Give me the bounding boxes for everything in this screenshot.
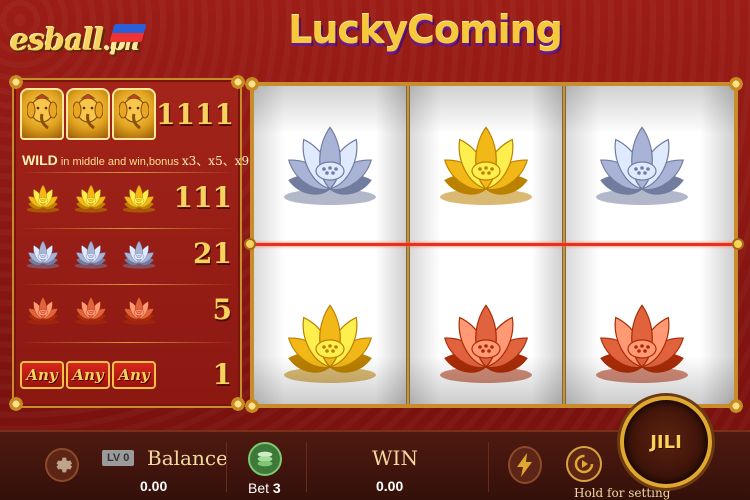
divider	[20, 172, 236, 173]
ganesha-wild-icon	[66, 88, 110, 140]
silver-lotus-icon	[596, 126, 688, 205]
paytable-row-copper-lotus: 5	[20, 290, 236, 328]
settings-button[interactable]	[45, 448, 79, 482]
silver-lotus-icon	[122, 240, 156, 269]
turbo-button[interactable]	[508, 446, 542, 484]
ganesha-wild-icon	[20, 88, 64, 140]
copper-lotus-icon	[596, 304, 688, 383]
corner-ornament-icon	[728, 398, 744, 414]
divider	[226, 442, 227, 492]
lightning-icon	[517, 453, 532, 477]
chips-icon	[257, 451, 273, 467]
payout-value: 1	[212, 358, 232, 391]
divider	[306, 442, 307, 492]
bet-chips-button[interactable]	[248, 442, 282, 476]
silver-lotus-icon	[284, 126, 376, 205]
balance-label: Balance	[147, 446, 228, 470]
spin-button[interactable]: JILI	[620, 396, 712, 488]
paytable: 1111 WILD in middle and win,bonus x3、x5、…	[8, 74, 250, 412]
balance-value: 0.00	[140, 478, 168, 494]
corner-ornament-icon	[244, 398, 260, 414]
autospin-button[interactable]	[566, 446, 602, 482]
corner-ornament-icon	[728, 76, 744, 92]
reel-window	[244, 76, 744, 414]
gold-lotus-icon	[284, 304, 376, 383]
paytable-row-gold-lotus: 111	[20, 178, 236, 216]
payout-value: 21	[193, 236, 232, 270]
win-label: WIN	[372, 446, 418, 470]
ganesha-wild-icon	[112, 88, 156, 140]
copper-lotus-icon	[74, 296, 108, 325]
payout-value: 5	[212, 292, 232, 326]
reel-1-top-symbol	[260, 106, 400, 216]
payout-value: 1111	[156, 97, 234, 131]
level-badge: LV 0	[102, 450, 135, 466]
any-symbol-icon: Any	[20, 360, 64, 389]
copper-lotus-icon	[440, 304, 532, 383]
hold-for-setting-label: Hold for setting	[574, 486, 671, 500]
divider	[20, 284, 236, 285]
reel-3-bottom-symbol	[572, 284, 712, 394]
copper-lotus-icon	[26, 296, 60, 325]
any-symbol-icon: Any	[112, 360, 156, 389]
payline	[244, 238, 744, 250]
reel-2-bottom-symbol	[416, 284, 556, 394]
divider	[20, 228, 236, 229]
payout-value: 111	[173, 180, 232, 214]
reel-3-top-symbol	[572, 106, 712, 216]
gold-lotus-icon	[26, 184, 60, 213]
divider	[20, 342, 236, 343]
reel-1-bottom-symbol	[260, 284, 400, 394]
any-symbol-icon: Any	[66, 360, 110, 389]
game-title: LuckyComing	[288, 8, 563, 52]
silver-lotus-icon	[26, 240, 60, 269]
gold-lotus-icon	[440, 126, 532, 205]
gold-lotus-icon	[74, 184, 108, 213]
corner-ornament-icon	[244, 76, 260, 92]
paytable-row-any: Any Any Any 1	[20, 358, 236, 391]
bet-display: Bet 3	[248, 480, 281, 496]
silver-lotus-icon	[74, 240, 108, 269]
reel-2-top-symbol	[416, 106, 556, 216]
win-value: 0.00	[376, 478, 404, 494]
wild-bonus-note: WILD in middle and win,bonus x3、x5、x9	[22, 152, 250, 168]
copper-lotus-icon	[122, 296, 156, 325]
divider	[488, 442, 489, 492]
paytable-row-silver-lotus: 21	[20, 234, 236, 272]
gear-icon	[56, 457, 73, 473]
autospin-icon	[574, 454, 594, 474]
gold-lotus-icon	[122, 184, 156, 213]
spin-label: JILI	[650, 431, 682, 453]
paytable-row-wild: 1111	[20, 88, 236, 140]
corner-ornament-icon	[8, 396, 24, 412]
